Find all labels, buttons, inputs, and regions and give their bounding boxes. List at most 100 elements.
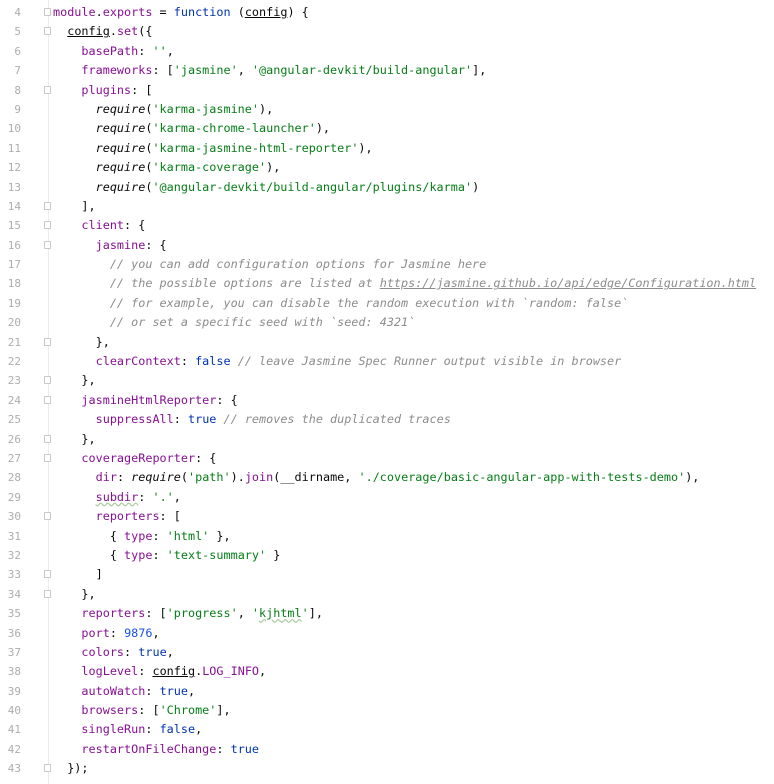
code-text: suppressAll: true // removes the duplica…: [53, 410, 451, 429]
code-line[interactable]: 38 logLevel: config.LOG_INFO,: [0, 662, 774, 681]
line-number: 12: [7, 161, 21, 175]
fold-marker-icon[interactable]: [44, 8, 51, 16]
code-token: 'karma-coverage': [152, 160, 267, 175]
code-token: suppressAll: [95, 412, 174, 427]
code-line[interactable]: 27 coverageReporter: {: [0, 449, 774, 468]
code-line[interactable]: 12 require('karma-coverage'),: [0, 158, 774, 177]
code-text: singleRun: false,: [53, 720, 202, 739]
code-token: // for example, you can disable the rand…: [109, 295, 629, 310]
code-line[interactable]: 8 plugins: [: [0, 81, 774, 100]
code-text: // or set a specific seed with `seed: 43…: [53, 313, 415, 332]
line-number: 43: [7, 762, 21, 776]
code-line[interactable]: 39 autoWatch: true,: [0, 682, 774, 701]
code-line[interactable]: 41 singleRun: false,: [0, 720, 774, 739]
code-line[interactable]: 4 module.exports = function (config) {: [0, 3, 774, 22]
code-token: ,: [166, 644, 174, 659]
code-line[interactable]: 24 jasmineHtmlReporter: {: [0, 391, 774, 410]
fold-marker-icon[interactable]: [44, 201, 51, 210]
code-line[interactable]: 33 ]: [0, 565, 774, 584]
code-line[interactable]: 43 });: [0, 759, 774, 778]
fold-marker-icon[interactable]: [44, 376, 51, 385]
code-line[interactable]: 42 restartOnFileChange: true: [0, 740, 774, 759]
code-line[interactable]: 23 },: [0, 371, 774, 390]
code-text: module.exports = function (config) {: [53, 3, 309, 22]
fold-marker-icon[interactable]: [44, 512, 51, 521]
fold-marker-icon[interactable]: [44, 764, 51, 773]
code-line[interactable]: 26 },: [0, 430, 774, 449]
code-token: require: [95, 140, 146, 155]
code-text: jasmineHtmlReporter: {: [53, 391, 237, 410]
code-token: config: [152, 664, 196, 679]
fold-marker-icon[interactable]: [44, 434, 51, 443]
code-line[interactable]: 20 // or set a specific seed with `seed:…: [0, 313, 774, 332]
code-token: jasmineHtmlReporter: [81, 392, 217, 407]
code-line[interactable]: 37 colors: true,: [0, 643, 774, 662]
fold-marker-icon[interactable]: [44, 395, 51, 404]
code-line[interactable]: 30 reporters: [: [0, 507, 774, 526]
code-line[interactable]: 17 // you can add configuration options …: [0, 255, 774, 274]
fold-marker-icon[interactable]: [44, 589, 51, 598]
code-line[interactable]: 18 // the possible options are listed at…: [0, 274, 774, 293]
code-line[interactable]: 25 suppressAll: true // removes the dupl…: [0, 410, 774, 429]
code-line[interactable]: 36 port: 9876,: [0, 624, 774, 643]
code-text: // the possible options are listed at ht…: [53, 274, 756, 293]
code-token: 'karma-chrome-launcher': [152, 121, 316, 136]
code-editor[interactable]: 4 module.exports = function (config) {5 c…: [0, 3, 774, 779]
fold-marker-icon[interactable]: [44, 570, 51, 579]
code-line[interactable]: 14 ],: [0, 197, 774, 216]
comment-link[interactable]: https://jasmine.github.io/api/edge/Confi…: [380, 276, 756, 290]
line-number: 8: [14, 83, 21, 97]
line-number: 32: [7, 548, 21, 562]
fold-marker-icon[interactable]: [44, 85, 51, 94]
code-line[interactable]: 34 },: [0, 585, 774, 604]
code-line[interactable]: 15 client: {: [0, 216, 774, 235]
line-number: 26: [7, 432, 21, 446]
code-token: ),: [266, 160, 281, 175]
code-line[interactable]: 5 config.set({: [0, 22, 774, 41]
code-token: },: [53, 586, 96, 601]
code-line[interactable]: 13 require('@angular-devkit/build-angula…: [0, 178, 774, 197]
code-line[interactable]: 31 { type: 'html' },: [0, 527, 774, 546]
code-token: '@angular-devkit/build-angular/plugins/k…: [152, 179, 473, 194]
code-line[interactable]: 16 jasmine: {: [0, 236, 774, 255]
code-text: // for example, you can disable the rand…: [53, 294, 628, 313]
code-token: : [: [145, 606, 167, 621]
code-line[interactable]: 28 dir: require('path').join(__dirname, …: [0, 468, 774, 487]
code-token: :: [152, 547, 167, 562]
code-line[interactable]: 29 subdir: '.',: [0, 488, 774, 507]
fold-marker-icon[interactable]: [44, 221, 51, 230]
fold-marker-icon[interactable]: [44, 337, 51, 346]
code-token: {: [53, 528, 125, 543]
code-line[interactable]: 22 clearContext: false // leave Jasmine …: [0, 352, 774, 371]
fold-marker-icon[interactable]: [44, 27, 51, 36]
code-line[interactable]: 19 // for example, you can disable the r…: [0, 294, 774, 313]
code-line[interactable]: 35 reporters: ['progress', 'kjhtml'],: [0, 604, 774, 623]
code-line[interactable]: 40 browsers: ['Chrome'],: [0, 701, 774, 720]
code-text: },: [53, 333, 110, 352]
code-line[interactable]: 21 },: [0, 333, 774, 352]
line-number: 13: [7, 180, 21, 194]
code-line[interactable]: 9 require('karma-jasmine'),: [0, 100, 774, 119]
code-token: 'Chrome': [159, 703, 217, 718]
line-number: 19: [7, 296, 21, 310]
code-line[interactable]: 11 require('karma-jasmine-html-reporter'…: [0, 139, 774, 158]
code-token: plugins: [81, 82, 132, 97]
code-text: reporters: [: [53, 507, 181, 526]
fold-marker-icon[interactable]: [44, 453, 51, 462]
code-line[interactable]: 6 basePath: '',: [0, 42, 774, 61]
code-token: :: [138, 664, 153, 679]
code-line[interactable]: 10 require('karma-chrome-launcher'),: [0, 119, 774, 138]
code-token: config: [67, 24, 110, 39]
code-line[interactable]: 7 frameworks: ['jasmine', '@angular-devk…: [0, 61, 774, 80]
code-line[interactable]: 32 { type: 'text-summary' }: [0, 546, 774, 565]
fold-marker-icon[interactable]: [44, 240, 51, 249]
code-token: ': [301, 606, 309, 621]
code-text: require('@angular-devkit/build-angular/p…: [53, 178, 480, 197]
